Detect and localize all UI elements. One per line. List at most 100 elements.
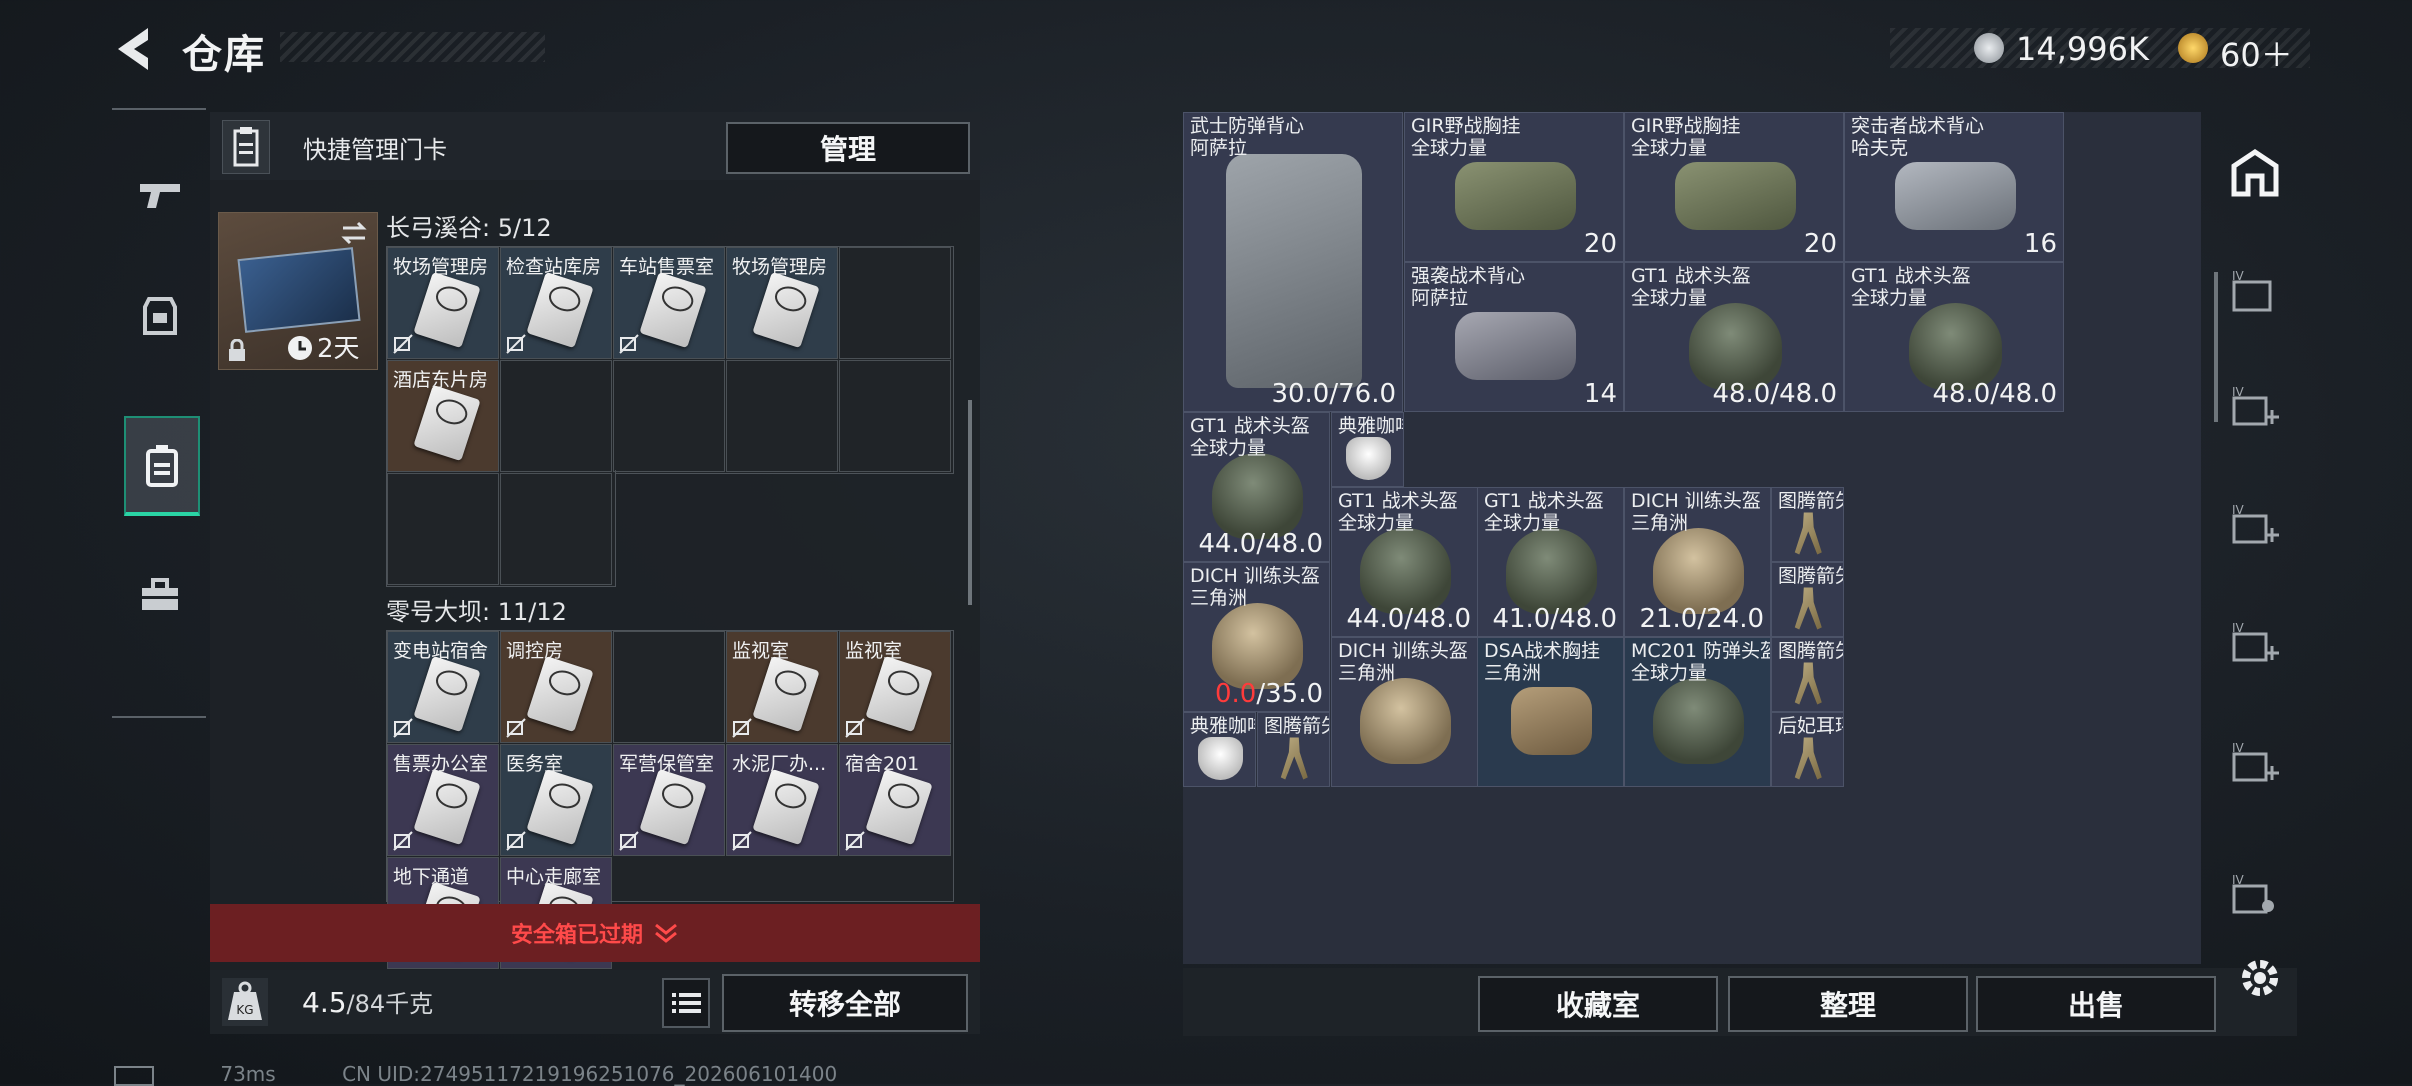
stash-item[interactable]: DICH 训练头盔 三角洲 0.0/35.0 bbox=[1183, 562, 1330, 712]
helmet-icon bbox=[1688, 302, 1782, 390]
item-faction: 阿萨拉 bbox=[1411, 287, 1469, 309]
keycard-slot[interactable]: 水泥厂办... bbox=[726, 744, 838, 856]
back-arrow-icon[interactable] bbox=[112, 24, 162, 74]
stash-tab-add-icon[interactable]: IV bbox=[2228, 620, 2282, 670]
chest-rig-icon bbox=[1454, 312, 1576, 380]
stash-item[interactable]: 典雅咖啡杯 bbox=[1331, 412, 1404, 487]
ping: 73ms bbox=[220, 1062, 276, 1086]
chest-rig-icon bbox=[1894, 162, 2016, 230]
swap-icon[interactable] bbox=[339, 221, 369, 245]
keycard-slot[interactable]: 监视室 bbox=[839, 631, 951, 743]
stash-item[interactable]: 武士防弹背心 阿萨拉 30.0/76.0 bbox=[1183, 112, 1403, 412]
stash-item[interactable]: GT1 战术头盔 全球力量 48.0/48.0 bbox=[1624, 262, 1844, 412]
keycard-slot bbox=[839, 247, 951, 359]
keycard-slot[interactable]: 宿舍201 bbox=[839, 744, 951, 856]
durability-low: 0.0 bbox=[1214, 679, 1257, 709]
keycard-slot[interactable]: 牧场管理房 bbox=[387, 247, 499, 359]
durability-value: 20 bbox=[1803, 229, 1837, 259]
chest-rig-icon bbox=[1511, 687, 1593, 755]
stash-tab-1-icon[interactable]: IV bbox=[2228, 268, 2282, 318]
stash-item[interactable]: 突击者战术背心 哈夫克 16 bbox=[1844, 112, 2064, 262]
silver-coin-icon bbox=[1974, 33, 2004, 63]
nav-armor[interactable] bbox=[124, 270, 196, 360]
item-faction: 全球力量 bbox=[1338, 512, 1415, 534]
stash-item[interactable]: GIR野战胸挂 全球力量 20 bbox=[1404, 112, 1624, 262]
durability-value: 48.0/48.0 bbox=[1712, 379, 1837, 409]
keycard-slot[interactable]: 车站售票室 bbox=[613, 247, 725, 359]
keycard-box-thumbnail[interactable]: 2天 bbox=[218, 212, 378, 370]
keycard-slot[interactable]: 调控房 bbox=[500, 631, 612, 743]
manage-button[interactable]: 管理 bbox=[726, 122, 970, 174]
keycard-slot[interactable]: 医务室 bbox=[500, 744, 612, 856]
safebox-expired-banner[interactable]: 安全箱已过期 bbox=[210, 904, 980, 962]
stash-item[interactable]: DICH 训练头盔 三角洲 21.0/24.0 bbox=[1624, 487, 1771, 637]
stash-tab-add-icon[interactable]: IV bbox=[2228, 740, 2282, 790]
item-durability: 16 bbox=[2024, 229, 2057, 259]
helmet-icon bbox=[1653, 678, 1745, 764]
currency-bar: 14,996K 60＋ bbox=[1890, 28, 2310, 74]
arrow-icon bbox=[1280, 737, 1308, 780]
item-title: 图腾箭矢 bbox=[1778, 565, 1843, 587]
stash-tab-add-icon[interactable]: IV bbox=[2228, 384, 2282, 434]
stash-item[interactable]: 图腾箭矢 bbox=[1257, 712, 1330, 787]
transfer-all-button[interactable]: 转移全部 bbox=[722, 974, 968, 1032]
item-durability: 44.0/48.0 bbox=[1346, 604, 1471, 634]
helmet-icon bbox=[1653, 528, 1745, 614]
keycard-image bbox=[865, 655, 933, 733]
side-tab-scrollbar[interactable] bbox=[2214, 272, 2218, 422]
stash-item[interactable]: 图腾箭矢 bbox=[1771, 637, 1844, 712]
sell-button[interactable]: 出售 bbox=[1976, 976, 2216, 1032]
stash-item[interactable]: DSA战术胸挂 三角洲 bbox=[1477, 637, 1624, 787]
silver-balance: 14,996K bbox=[2016, 30, 2149, 68]
stash-item[interactable]: 图腾箭矢 bbox=[1771, 562, 1844, 637]
item-faction: 全球力量 bbox=[1190, 437, 1267, 459]
item-name: 典雅咖啡杯 bbox=[1338, 415, 1403, 437]
settings-gear-icon[interactable] bbox=[2236, 954, 2284, 1002]
stash-item[interactable]: GT1 战术头盔 全球力量 41.0/48.0 bbox=[1477, 487, 1624, 637]
item-durability: 20 bbox=[1584, 229, 1617, 259]
stash-item[interactable]: GT1 战术头盔 全球力量 44.0/48.0 bbox=[1331, 487, 1478, 637]
item-title: DICH 训练头盔 bbox=[1338, 640, 1468, 662]
nav-tools[interactable] bbox=[124, 550, 196, 640]
keycard-slot[interactable]: 检查站库房 bbox=[500, 247, 612, 359]
stash-tab-locked-icon[interactable]: IV bbox=[2228, 872, 2282, 922]
stash-item[interactable]: 强袭战术背心 阿萨拉 14 bbox=[1404, 262, 1624, 412]
keycard-image bbox=[413, 655, 481, 733]
stash-item[interactable]: GT1 战术头盔 全球力量 48.0/48.0 bbox=[1844, 262, 2064, 412]
keycard-slot[interactable]: 酒店东片房 bbox=[387, 360, 499, 472]
stash-item[interactable]: 典雅咖啡杯 bbox=[1183, 712, 1256, 787]
keycard-image bbox=[413, 271, 481, 349]
stash-home-icon[interactable] bbox=[2228, 148, 2282, 198]
panel-scrollbar[interactable] bbox=[968, 400, 972, 605]
stash-item[interactable]: 后妃耳环 bbox=[1771, 712, 1844, 787]
collection-room-button[interactable]: 收藏室 bbox=[1478, 976, 1718, 1032]
no-link-icon bbox=[619, 334, 639, 354]
sort-button[interactable]: 整理 bbox=[1728, 976, 1968, 1032]
stash-item[interactable]: DICH 训练头盔 三角洲 bbox=[1331, 637, 1478, 787]
stash-item[interactable]: GT1 战术头盔 全球力量 44.0/48.0 bbox=[1183, 412, 1330, 562]
weight-current: 4.5 bbox=[302, 986, 347, 1019]
keycard-slot[interactable]: 牧场管理房 bbox=[726, 247, 838, 359]
stash-tab-add-icon[interactable]: IV bbox=[2228, 502, 2282, 552]
keycard-slot[interactable]: 售票办公室 bbox=[387, 744, 499, 856]
keycard-slot[interactable]: 监视室 bbox=[726, 631, 838, 743]
list-view-button[interactable] bbox=[662, 978, 710, 1028]
list-icon bbox=[672, 993, 701, 1013]
keycard-slot[interactable]: 变电站宿舍 bbox=[387, 631, 499, 743]
helmet-icon bbox=[1360, 678, 1452, 764]
stash-item[interactable]: MC201 防弹头盔 全球力量 bbox=[1624, 637, 1771, 787]
stash-item[interactable]: 图腾箭矢 bbox=[1771, 487, 1844, 562]
item-name: 后妃耳环 bbox=[1778, 715, 1843, 737]
keycard-box-image bbox=[237, 247, 361, 333]
item-name: GIR野战胸挂 全球力量 bbox=[1411, 115, 1521, 159]
chest-rig-icon bbox=[1674, 162, 1796, 230]
keycard-slot[interactable]: 军营保管室 bbox=[613, 744, 725, 856]
gold-balance[interactable]: 60＋ bbox=[2220, 30, 2293, 76]
nav-keycards[interactable] bbox=[124, 416, 200, 516]
nav-weapons[interactable] bbox=[124, 150, 196, 240]
durability-value: 41.0/48.0 bbox=[1492, 604, 1617, 634]
item-title: GT1 战术头盔 bbox=[1190, 415, 1310, 437]
no-link-icon bbox=[393, 718, 413, 738]
stash-item[interactable]: GIR野战胸挂 全球力量 20 bbox=[1624, 112, 1844, 262]
cup-icon bbox=[1197, 737, 1243, 780]
